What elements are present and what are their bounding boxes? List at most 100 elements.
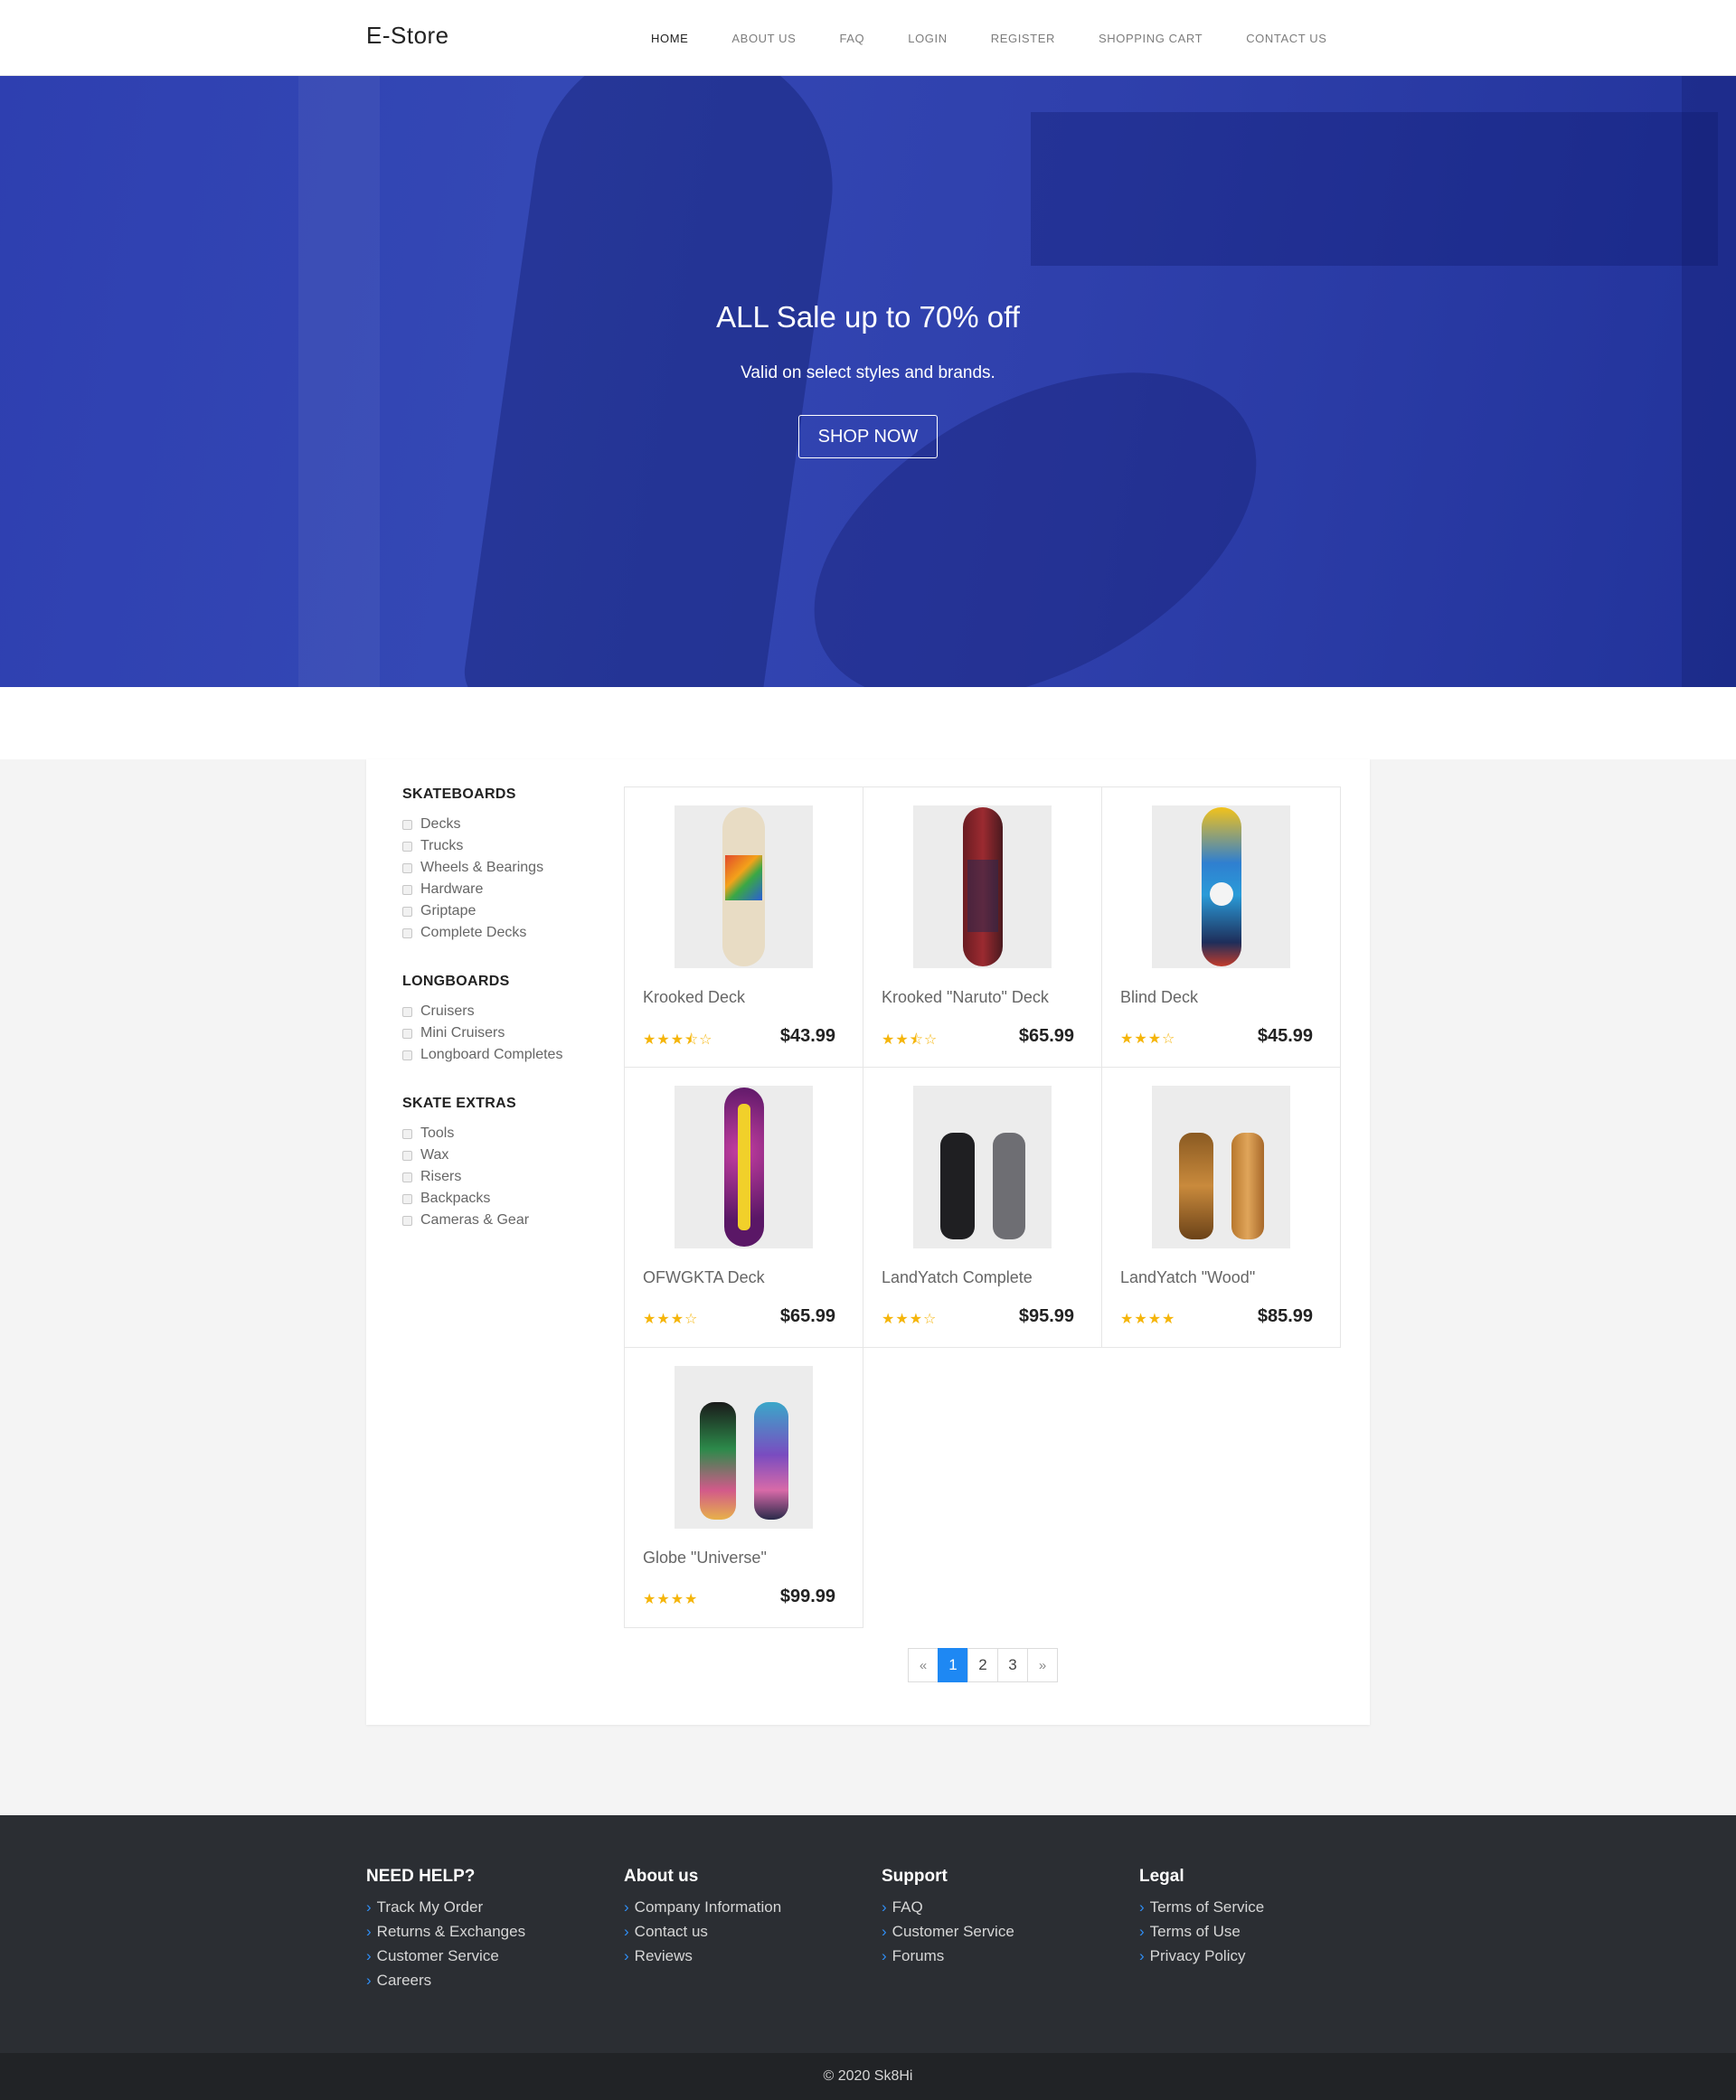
skateboard-bottom-image [993, 1133, 1025, 1239]
checkbox[interactable] [402, 928, 412, 938]
chevron-right-icon: › [624, 1898, 629, 1916]
product-name[interactable]: LandYatch "Wood" [1120, 1268, 1255, 1287]
checkbox[interactable] [402, 1128, 412, 1139]
product-image[interactable] [1152, 805, 1290, 968]
filter-hardware[interactable]: Hardware [402, 879, 619, 900]
chevron-right-icon: › [882, 1923, 887, 1940]
nav-login[interactable]: LOGIN [908, 32, 947, 45]
product-image[interactable] [913, 805, 1052, 968]
filter-mini-cruisers[interactable]: Mini Cruisers [402, 1022, 619, 1044]
footer-link[interactable]: › Forums [882, 1944, 1014, 1968]
filter-trucks[interactable]: Trucks [402, 835, 619, 857]
checkbox[interactable] [402, 1215, 412, 1226]
product-card[interactable]: Krooked "Naruto" Deck ★★⯪☆ $65.99 [863, 786, 1102, 1068]
nav-home[interactable]: HOME [651, 32, 688, 45]
checkbox[interactable] [402, 862, 412, 873]
product-card[interactable]: Blind Deck ★★★☆ $45.99 [1101, 786, 1341, 1068]
product-name[interactable]: Blind Deck [1120, 988, 1198, 1007]
nav-faq[interactable]: FAQ [839, 32, 864, 45]
footer-link[interactable]: › Contact us [624, 1919, 781, 1944]
filter-cruisers[interactable]: Cruisers [402, 1001, 619, 1022]
product-image[interactable] [675, 805, 813, 968]
product-card[interactable]: LandYatch "Wood" ★★★★ $85.99 [1101, 1067, 1341, 1348]
pagination-page-2[interactable]: 2 [967, 1648, 998, 1682]
filter-tools[interactable]: Tools [402, 1123, 619, 1144]
filter-label: Cameras & Gear [420, 1212, 530, 1228]
filter-label: Wax [420, 1147, 449, 1163]
filter-risers[interactable]: Risers [402, 1166, 619, 1188]
filter-label: Complete Decks [420, 925, 527, 940]
filter-griptape[interactable]: Griptape [402, 900, 619, 922]
filter-label: Decks [420, 816, 461, 832]
footer-link[interactable]: › Customer Service [882, 1919, 1014, 1944]
skateboard-bottom-image [754, 1402, 788, 1520]
product-image[interactable] [913, 1086, 1052, 1248]
checkbox[interactable] [402, 1150, 412, 1161]
checkbox[interactable] [402, 906, 412, 917]
product-image[interactable] [675, 1366, 813, 1529]
rating-stars: ★★⯪☆ [882, 1032, 939, 1048]
copyright-text: © 2020 Sk8Hi [823, 2068, 913, 2084]
category-group-skateboards: SKATEBOARDS Decks Trucks Wheels & Bearin… [402, 786, 619, 944]
footer-link[interactable]: › Careers [366, 1968, 525, 1992]
nav-shopping-cart[interactable]: SHOPPING CART [1099, 32, 1203, 45]
checkbox[interactable] [402, 1050, 412, 1060]
chevron-right-icon: › [366, 1923, 372, 1940]
pagination-next[interactable]: » [1027, 1648, 1058, 1682]
chevron-right-icon: › [1139, 1923, 1145, 1940]
product-price: $43.99 [779, 1026, 835, 1046]
checkbox[interactable] [402, 1172, 412, 1182]
shop-panel: SKATEBOARDS Decks Trucks Wheels & Bearin… [366, 759, 1370, 1725]
filter-decks[interactable]: Decks [402, 814, 619, 835]
filter-label: Griptape [420, 903, 476, 918]
checkbox[interactable] [402, 1193, 412, 1204]
product-card[interactable]: Krooked Deck ★★★⯪☆ $43.99 [624, 786, 863, 1068]
product-image[interactable] [1152, 1086, 1290, 1248]
pagination-prev[interactable]: « [908, 1648, 939, 1682]
brand-logo[interactable]: E-Store [366, 22, 449, 50]
filter-wheels-bearings[interactable]: Wheels & Bearings [402, 857, 619, 879]
product-image[interactable] [675, 1086, 813, 1248]
product-price: $65.99 [779, 1306, 835, 1326]
skateboard-bottom-image [1231, 1133, 1264, 1239]
product-name[interactable]: OFWGKTA Deck [643, 1268, 765, 1287]
checkbox[interactable] [402, 841, 412, 852]
footer-link[interactable]: › Reviews [624, 1944, 781, 1968]
checkbox[interactable] [402, 884, 412, 895]
filter-cameras-gear[interactable]: Cameras & Gear [402, 1210, 619, 1231]
footer-link[interactable]: › Privacy Policy [1139, 1944, 1264, 1968]
shop-now-button[interactable]: SHOP NOW [798, 415, 938, 458]
nav-about-us[interactable]: ABOUT US [731, 32, 796, 45]
footer-link[interactable]: › Returns & Exchanges [366, 1919, 525, 1944]
checkbox[interactable] [402, 1028, 412, 1039]
product-name[interactable]: Krooked "Naruto" Deck [882, 988, 1049, 1007]
checkbox[interactable] [402, 819, 412, 830]
product-name[interactable]: Globe "Universe" [643, 1549, 767, 1568]
product-card[interactable]: LandYatch Complete ★★★☆ $95.99 [863, 1067, 1102, 1348]
product-name[interactable]: LandYatch Complete [882, 1268, 1033, 1287]
filter-longboard-completes[interactable]: Longboard Completes [402, 1044, 619, 1066]
footer-link[interactable]: › Track My Order [366, 1895, 525, 1919]
filter-complete-decks[interactable]: Complete Decks [402, 922, 619, 944]
nav-contact-us[interactable]: CONTACT US [1246, 32, 1326, 45]
product-card[interactable]: OFWGKTA Deck ★★★☆ $65.99 [624, 1067, 863, 1348]
chevron-right-icon: › [366, 1947, 372, 1964]
filter-backpacks[interactable]: Backpacks [402, 1188, 619, 1210]
footer-link[interactable]: › FAQ [882, 1895, 1014, 1919]
navbar: E-Store HOME ABOUT US FAQ LOGIN REGISTER… [0, 0, 1736, 76]
pagination-page-3[interactable]: 3 [997, 1648, 1028, 1682]
product-name[interactable]: Krooked Deck [643, 988, 745, 1007]
product-card[interactable]: Globe "Universe" ★★★★ $99.99 [624, 1347, 863, 1628]
footer-column-about-us: About us › Company Information › Contact u… [624, 1867, 781, 1968]
filter-label: Longboard Completes [420, 1047, 563, 1062]
chevron-right-icon: › [1139, 1898, 1145, 1916]
footer-link[interactable]: › Company Information [624, 1895, 781, 1919]
checkbox[interactable] [402, 1006, 412, 1017]
pagination-page-1[interactable]: 1 [938, 1648, 968, 1682]
footer-link[interactable]: › Terms of Service [1139, 1895, 1264, 1919]
filter-wax[interactable]: Wax [402, 1144, 619, 1166]
chevron-right-icon: › [1139, 1947, 1145, 1964]
nav-register[interactable]: REGISTER [991, 32, 1055, 45]
footer-link[interactable]: › Terms of Use [1139, 1919, 1264, 1944]
footer-link[interactable]: › Customer Service [366, 1944, 525, 1968]
